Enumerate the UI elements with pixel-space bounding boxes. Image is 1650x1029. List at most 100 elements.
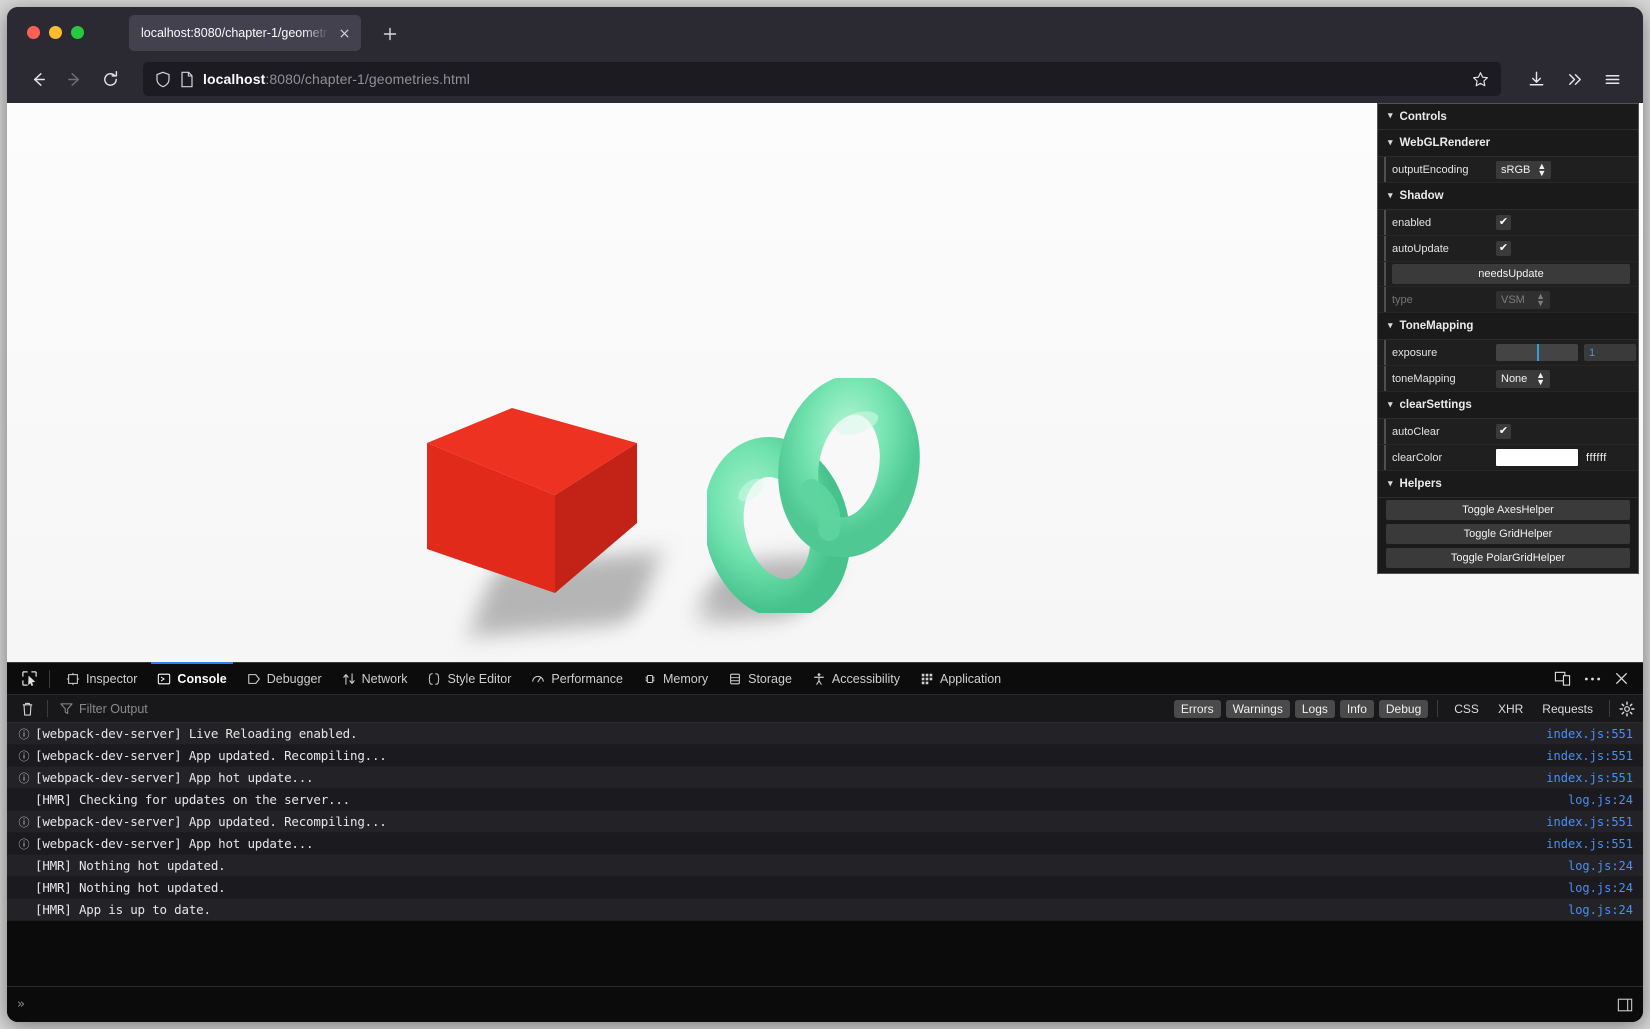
- log-source-link[interactable]: log.js:24: [1568, 859, 1633, 873]
- arrow-left-icon[interactable]: [21, 62, 55, 96]
- chip-css[interactable]: CSS: [1447, 700, 1486, 718]
- toggle-gridhelper-button[interactable]: Toggle GridHelper: [1386, 524, 1630, 544]
- element-picker-icon[interactable]: [15, 667, 43, 691]
- gui-folder-tonemapping[interactable]: ▾ ToneMapping: [1378, 313, 1638, 340]
- shadow-autoupdate-checkbox[interactable]: ✔: [1496, 241, 1511, 256]
- chip-requests[interactable]: Requests: [1535, 700, 1600, 718]
- log-row[interactable]: ⓘ [webpack-dev-server] App updated. Reco…: [7, 811, 1643, 833]
- exposure-value-field[interactable]: 1: [1584, 344, 1636, 361]
- reload-icon[interactable]: [93, 62, 127, 96]
- toggle-axeshelper-button[interactable]: Toggle AxesHelper: [1386, 500, 1630, 520]
- trash-icon[interactable]: [15, 701, 39, 717]
- log-source-link[interactable]: index.js:551: [1546, 815, 1633, 829]
- tonemapping-select[interactable]: None ▲ ▼: [1496, 369, 1550, 388]
- autoclear-checkbox[interactable]: ✔: [1496, 424, 1511, 439]
- devtools-toolbar: Inspector Console Debugger Network Style: [7, 662, 1643, 695]
- toggle-polargridhelper-button[interactable]: Toggle PolarGridHelper: [1386, 548, 1630, 568]
- tab-style-editor[interactable]: Style Editor: [417, 663, 521, 694]
- tab-label: Performance: [551, 671, 623, 686]
- gui-folder-clearsettings[interactable]: ▾ clearSettings: [1378, 392, 1638, 419]
- helper-buttons: Toggle AxesHelper: [1378, 498, 1638, 522]
- shield-icon[interactable]: [155, 71, 171, 88]
- chip-warnings[interactable]: Warnings: [1225, 699, 1290, 718]
- chip-errors[interactable]: Errors: [1173, 699, 1221, 718]
- gui-folder-webglrenderer[interactable]: ▾ WebGLRenderer: [1378, 130, 1638, 157]
- log-source-link[interactable]: index.js:551: [1546, 837, 1633, 851]
- log-row[interactable]: ⓘ [webpack-dev-server] App hot update...…: [7, 833, 1643, 855]
- close-devtools-icon[interactable]: [1614, 671, 1629, 686]
- download-icon[interactable]: [1519, 62, 1553, 96]
- log-message: [webpack-dev-server] App hot update...: [35, 836, 314, 851]
- outputencoding-value: sRGB: [1501, 163, 1531, 176]
- spinner-icon: ▲ ▼: [1537, 160, 1547, 178]
- red-cube-mesh[interactable]: [427, 403, 637, 593]
- browser-tab[interactable]: localhost:8080/chapter-1/geometrie: [129, 15, 361, 51]
- gui-folder-shadow[interactable]: ▾ Shadow: [1378, 183, 1638, 210]
- shadow-type-value: VSM: [1501, 293, 1525, 306]
- minimize-window-button[interactable]: [49, 26, 62, 39]
- log-source-link[interactable]: index.js:551: [1546, 749, 1633, 763]
- gui-folder-helpers[interactable]: ▾ Helpers: [1378, 471, 1638, 498]
- memory-icon: [643, 672, 657, 686]
- log-row[interactable]: [HMR] Nothing hot updated. log.js:24: [7, 855, 1643, 877]
- three-js-canvas[interactable]: ▾ Controls ▾ WebGLRenderer outputEncodin…: [7, 103, 1643, 662]
- chip-logs[interactable]: Logs: [1294, 699, 1335, 718]
- tab-application[interactable]: Application: [910, 663, 1011, 694]
- gear-icon[interactable]: [1619, 700, 1635, 717]
- responsive-design-mode-icon[interactable]: [1554, 670, 1571, 687]
- tab-inspector[interactable]: Inspector: [56, 663, 147, 694]
- chevron-double-right-icon[interactable]: [1557, 62, 1591, 96]
- chip-info[interactable]: Info: [1339, 699, 1374, 718]
- tab-console[interactable]: Console: [147, 662, 236, 694]
- log-row[interactable]: ⓘ [webpack-dev-server] App updated. Reco…: [7, 745, 1643, 767]
- shadow-type-select[interactable]: VSM ▲ ▼: [1496, 290, 1550, 309]
- tab-network[interactable]: Network: [332, 663, 418, 694]
- needsupdate-button[interactable]: needsUpdate: [1392, 264, 1630, 284]
- new-tab-button[interactable]: [375, 19, 405, 49]
- tab-debugger[interactable]: Debugger: [237, 663, 332, 694]
- console-input[interactable]: »: [7, 986, 1643, 1022]
- tab-performance[interactable]: Performance: [521, 663, 633, 694]
- log-row[interactable]: ⓘ [webpack-dev-server] App hot update...…: [7, 767, 1643, 789]
- chip-debug[interactable]: Debug: [1378, 699, 1429, 718]
- log-row[interactable]: [HMR] Checking for updates on the server…: [7, 789, 1643, 811]
- log-source-link[interactable]: log.js:24: [1568, 881, 1633, 895]
- clearcolor-hex-value[interactable]: ffffff: [1584, 452, 1607, 464]
- tab-storage[interactable]: Storage: [718, 663, 802, 694]
- exposure-slider[interactable]: [1496, 344, 1578, 361]
- page-icon[interactable]: [180, 71, 194, 88]
- tab-memory[interactable]: Memory: [633, 663, 718, 694]
- split-console-icon[interactable]: [1617, 997, 1633, 1013]
- tab-label: Application: [939, 671, 1002, 686]
- gui-folder-label: clearSettings: [1399, 399, 1472, 411]
- log-source-link[interactable]: log.js:24: [1568, 903, 1633, 917]
- torus-knot-mesh[interactable]: [707, 378, 922, 613]
- exposure-slider-handle[interactable]: [1537, 344, 1539, 361]
- clearcolor-swatch[interactable]: [1496, 449, 1578, 466]
- star-icon[interactable]: [1465, 64, 1495, 94]
- filter-input[interactable]: Filter Output: [56, 702, 1166, 716]
- address-bar[interactable]: localhost:8080/chapter-1/geometries.html: [143, 62, 1501, 96]
- console-output[interactable]: ⓘ [webpack-dev-server] Live Reloading en…: [7, 723, 1643, 986]
- chip-xhr[interactable]: XHR: [1491, 700, 1530, 718]
- gui-title-controls[interactable]: ▾ Controls: [1378, 104, 1638, 130]
- log-source-link[interactable]: log.js:24: [1568, 793, 1633, 807]
- close-window-button[interactable]: [27, 26, 40, 39]
- chevron-down-icon: ▾: [1388, 189, 1393, 200]
- tab-accessibility[interactable]: Accessibility: [802, 663, 910, 694]
- gui-row-exposure: exposure 1: [1378, 340, 1638, 366]
- outputencoding-select[interactable]: sRGB ▲ ▼: [1496, 160, 1552, 179]
- tab-label: Storage: [748, 671, 792, 686]
- accessibility-icon: [812, 672, 826, 686]
- shadow-enabled-checkbox[interactable]: ✔: [1496, 215, 1511, 230]
- log-row[interactable]: [HMR] App is up to date. log.js:24: [7, 899, 1643, 921]
- arrow-right-icon[interactable]: [57, 62, 91, 96]
- log-row[interactable]: [HMR] Nothing hot updated. log.js:24: [7, 877, 1643, 899]
- more-options-icon[interactable]: [1584, 676, 1601, 682]
- close-icon[interactable]: [335, 24, 353, 42]
- log-source-link[interactable]: index.js:551: [1546, 771, 1633, 785]
- hamburger-icon[interactable]: [1595, 62, 1629, 96]
- maximize-window-button[interactable]: [71, 26, 84, 39]
- log-source-link[interactable]: index.js:551: [1546, 727, 1633, 741]
- log-row[interactable]: ⓘ [webpack-dev-server] Live Reloading en…: [7, 723, 1643, 745]
